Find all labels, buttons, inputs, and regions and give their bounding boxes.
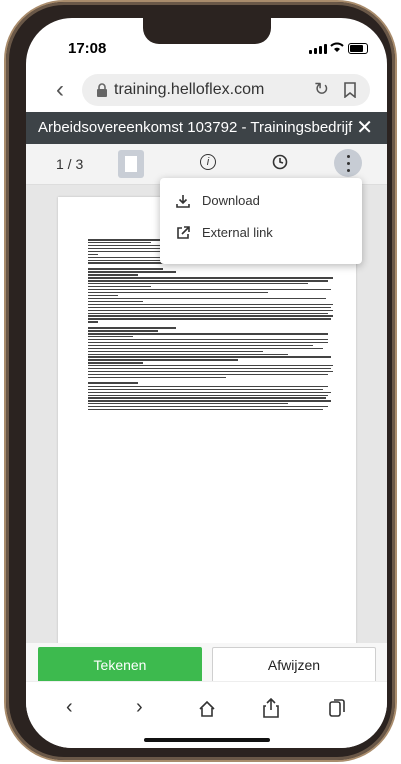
url-text: training.helloflex.com [114,81,265,98]
notch [143,18,271,44]
tabs-icon[interactable] [329,699,345,717]
more-options-menu: Download External link [160,178,362,264]
phone-screen: 17:08 ‹ training.helloflex.com ↻ Arbeids… [26,18,387,748]
reject-button[interactable]: Afwijzen [212,647,376,683]
address-field[interactable]: training.helloflex.com ↻ [82,74,370,106]
back-icon[interactable]: ‹ [56,76,64,104]
sign-button[interactable]: Tekenen [38,647,202,683]
download-icon [176,195,190,208]
page-thumbnail-icon[interactable] [118,150,144,178]
home-indicator [144,738,270,742]
menu-item-label: External link [202,225,273,240]
page-indicator: 1 / 3 [56,156,84,172]
document-header: Arbeidsovereenkomst 103792 - Trainingsbe… [26,112,387,144]
lock-icon [97,83,107,97]
info-icon[interactable]: i [200,154,216,170]
browser-url-bar: ‹ training.helloflex.com ↻ [26,68,387,112]
more-icon[interactable] [334,149,362,177]
wifi-icon [330,42,344,52]
document-title: Arbeidsovereenkomst 103792 - Trainingsbe… [38,119,353,136]
phone-frame: 17:08 ‹ training.helloflex.com ↻ Arbeids… [6,2,395,760]
history-icon[interactable] [271,153,289,171]
signal-icon [309,44,327,54]
bookmark-icon[interactable] [344,82,356,98]
forward-icon[interactable]: › [136,696,143,719]
home-icon[interactable] [198,700,216,718]
reload-icon[interactable]: ↻ [314,79,329,100]
share-icon[interactable] [263,698,279,718]
close-icon[interactable]: ✕ [356,115,373,140]
menu-item-label: Download [202,193,260,208]
battery-icon [348,43,368,54]
browser-bottom-bar: ‹ › [26,681,387,748]
external-link-icon [177,226,190,239]
document-page [58,197,356,649]
status-time: 17:08 [68,40,107,57]
back-nav-icon[interactable]: ‹ [66,696,73,719]
